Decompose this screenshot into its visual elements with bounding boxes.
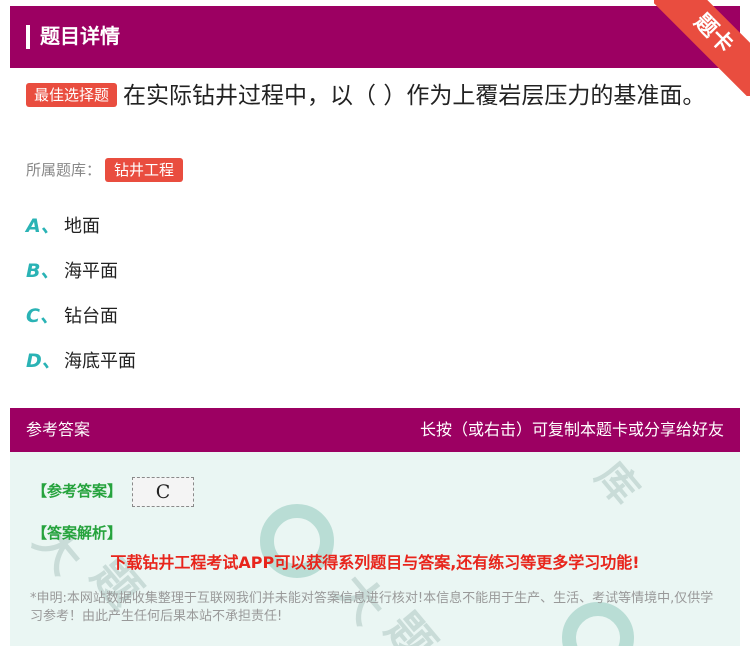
option-c[interactable]: C、 钻台面 — [26, 302, 118, 330]
bank-label: 所属题库： — [26, 161, 102, 179]
option-letter: D、 — [26, 350, 61, 372]
option-letter: A、 — [26, 215, 60, 237]
page-title: 题目详情 — [40, 24, 120, 48]
app-download-promo[interactable]: 下载钻井工程考试APP可以获得系列题目与答案,还有练习等更多学习功能! — [10, 551, 740, 575]
title-accent-bar — [26, 25, 30, 49]
option-text: 海底平面 — [64, 351, 136, 372]
answer-header: 参考答案 长按（或右击）可复制本题卡或分享给好友 — [10, 408, 740, 452]
question-text: 在实际钻井过程中，以（ ）作为上覆岩层压力的基准面。 — [123, 83, 706, 109]
reference-answer-image: C — [132, 477, 194, 507]
answer-title: 参考答案 — [26, 420, 91, 439]
disclaimer-text: *申明:本网站数据收集整理于互联网我们并未能对答案信息进行核对!本信息不能用于生… — [30, 591, 714, 624]
reference-answer-label: 【参考答案】 — [32, 482, 123, 500]
header-bar: 题目详情 — [10, 6, 740, 68]
share-hint: 长按（或右击）可复制本题卡或分享给好友 — [419, 420, 724, 439]
analysis-label: 【答案解析】 — [32, 524, 123, 542]
option-text: 地面 — [64, 216, 100, 237]
answer-panel: 大 题 大 题 库 【参考答案】 C 【答案解析】 下载钻井工程考试APP可以获… — [10, 452, 740, 646]
option-text: 钻台面 — [64, 306, 118, 327]
question-bank-line: 所属题库： 钻井工程 — [26, 158, 184, 182]
option-d[interactable]: D、 海底平面 — [26, 347, 136, 375]
question-type-badge: 最佳选择题 — [26, 83, 118, 107]
option-text: 海平面 — [64, 261, 118, 282]
question-text-block: 最佳选择题 在实际钻井过程中，以（ ）作为上覆岩层压力的基准面。 — [26, 78, 716, 114]
watermark-glyph: 库 — [586, 453, 648, 514]
bank-tag[interactable]: 钻井工程 — [105, 158, 184, 182]
option-letter: C、 — [26, 305, 59, 327]
option-letter: B、 — [26, 260, 60, 282]
option-b[interactable]: B、 海平面 — [26, 257, 118, 285]
option-a[interactable]: A、 地面 — [26, 212, 100, 240]
